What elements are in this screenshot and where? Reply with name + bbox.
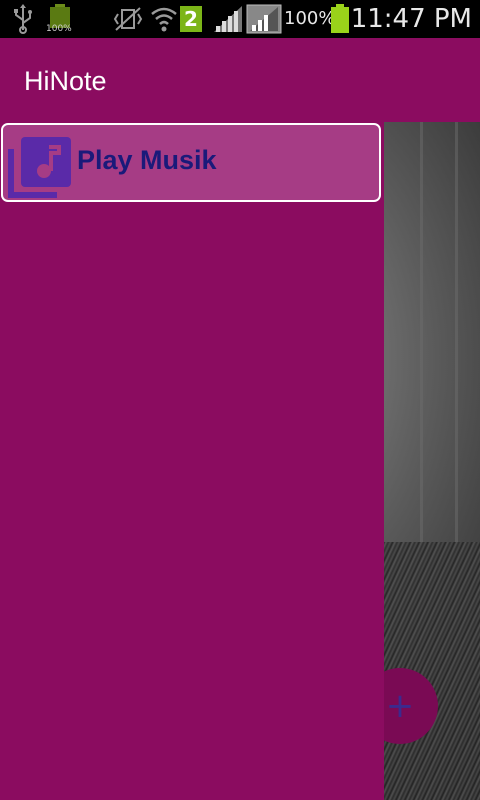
battery-icon [331, 4, 349, 33]
battery-small-label: 100% [46, 24, 72, 34]
signal-secondary-icon [246, 4, 282, 34]
navigation-drawer: Play Musik [0, 122, 384, 800]
background-image-detail [455, 122, 458, 542]
drawer-item-label: Play Musik [77, 145, 217, 175]
app-bar: HiNote [0, 38, 480, 122]
drawer-item-play-musik[interactable]: Play Musik [1, 123, 381, 202]
battery-percent: 100% [284, 8, 336, 29]
background-image [420, 122, 423, 542]
signal-icon [214, 6, 242, 32]
vibrate-icon [113, 7, 143, 31]
app-title: HiNote [24, 66, 107, 96]
sim-badge: 2 [180, 6, 202, 32]
music-library-icon [8, 137, 71, 198]
wifi-icon [151, 7, 177, 32]
clock: 11:47 PM [350, 4, 472, 34]
status-bar: 100% 2 100% 11:47 PM [0, 0, 480, 38]
usb-icon [14, 4, 32, 34]
